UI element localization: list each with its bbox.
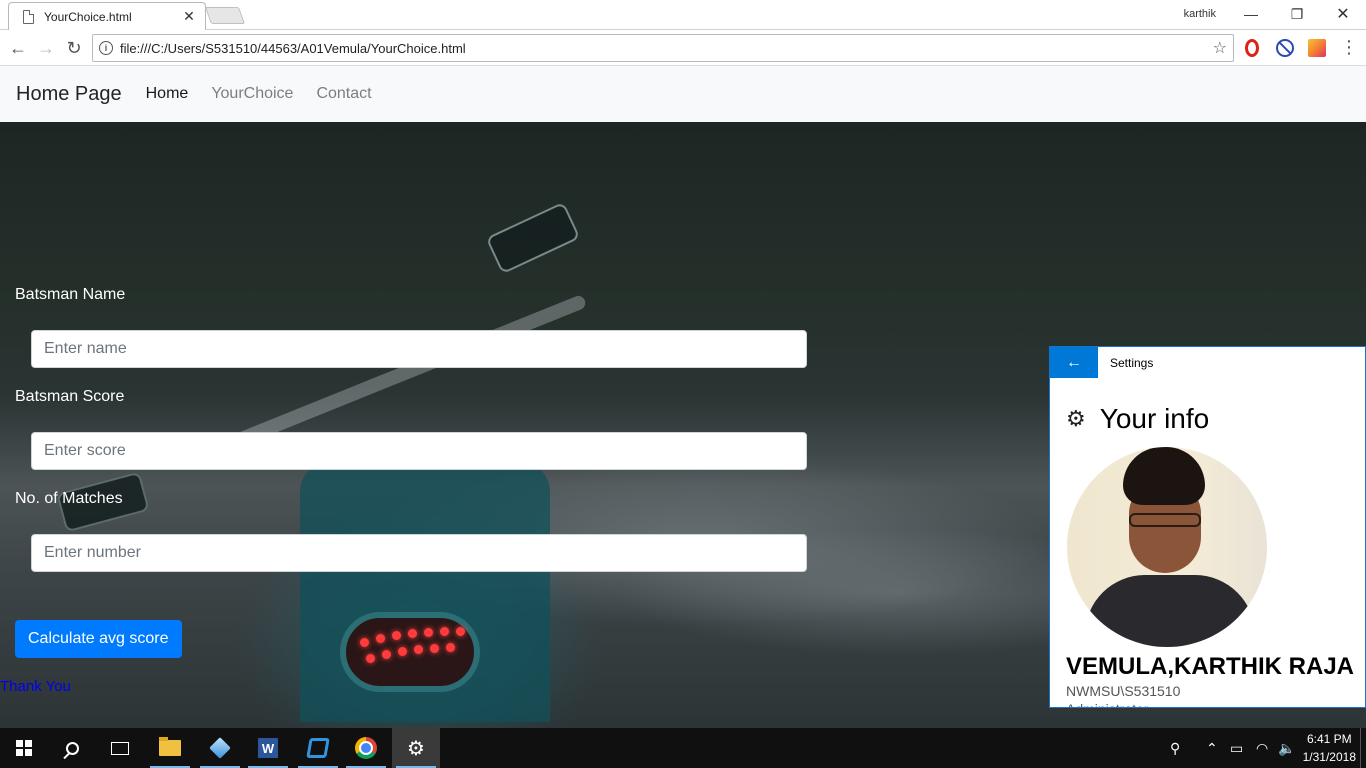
document-icon: [23, 9, 34, 24]
url-text[interactable]: file:///C:/Users/S531510/44563/A01Vemula…: [120, 41, 466, 56]
motorcycle-taillight: [340, 612, 480, 692]
settings-title: Settings: [1110, 355, 1154, 370]
back-arrow-icon[interactable]: ←: [6, 36, 30, 60]
nav-link-home[interactable]: Home: [146, 85, 189, 103]
browser-tab-strip: YourChoice.html ✕ karthik — ❐ ✕: [0, 0, 1366, 30]
vscode-icon[interactable]: [294, 728, 342, 768]
minimize-button[interactable]: —: [1228, 0, 1274, 28]
browser-toolbar: ← → ↻ i file:///C:/Users/S531510/44563/A…: [0, 30, 1366, 66]
settings-titlebar: ← Settings: [1050, 347, 1365, 378]
site-navbar: Home Page Home YourChoice Contact: [0, 66, 1366, 122]
photos-extension-icon[interactable]: [1308, 39, 1326, 57]
user-name: VEMULA,KARTHIK RAJA: [1066, 653, 1354, 680]
matches-input[interactable]: Enter number: [31, 534, 807, 572]
back-arrow-icon[interactable]: ←: [1050, 347, 1098, 378]
user-domain: NWMSU\S531510: [1066, 683, 1181, 699]
wifi-icon[interactable]: ◠: [1256, 728, 1268, 768]
star-icon[interactable]: ☆: [1213, 38, 1227, 58]
calculate-button[interactable]: Calculate avg score: [15, 620, 182, 658]
new-tab-button[interactable]: [204, 7, 246, 24]
taskbar: W ⚙ ⚲ ⌃ ▭ ◠ 🔈 6:41 PM 1/31/2018: [0, 728, 1366, 768]
search-icon[interactable]: [48, 728, 96, 768]
batsman-score-label: Batsman Score: [15, 388, 125, 405]
menu-dots-icon[interactable]: ⋮: [1340, 38, 1358, 56]
maximize-button[interactable]: ❐: [1274, 0, 1320, 28]
show-desktop-button[interactable]: [1360, 728, 1366, 768]
clock-time: 6:41 PM: [1306, 732, 1352, 746]
chevron-up-icon[interactable]: ⌃: [1206, 728, 1218, 768]
your-info-header: ⚙ Your info: [1066, 403, 1209, 435]
task-view-icon[interactable]: [96, 728, 144, 768]
forward-arrow-icon[interactable]: →: [34, 36, 58, 60]
nav-link-contact[interactable]: Contact: [316, 85, 371, 103]
file-explorer-icon[interactable]: [146, 728, 194, 768]
user-role: Administrator: [1066, 701, 1148, 707]
address-bar[interactable]: i file:///C:/Users/S531510/44563/A01Vemu…: [92, 34, 1234, 62]
navbar-brand[interactable]: Home Page: [16, 83, 122, 106]
volume-icon[interactable]: 🔈: [1278, 728, 1295, 768]
tab-title: YourChoice.html: [44, 9, 132, 24]
gear-icon: ⚙: [1066, 406, 1086, 431]
nav-link-yourchoice[interactable]: YourChoice: [211, 85, 293, 103]
clock[interactable]: 6:41 PM 1/31/2018: [1303, 730, 1356, 766]
start-icon[interactable]: [0, 728, 48, 768]
3d-builder-icon[interactable]: [196, 728, 244, 768]
avatar[interactable]: [1067, 447, 1267, 647]
word-icon[interactable]: W: [244, 728, 292, 768]
reload-icon[interactable]: ↻: [62, 36, 86, 60]
tab-close-icon[interactable]: ✕: [181, 8, 197, 25]
profile-name[interactable]: karthik: [1184, 8, 1216, 20]
your-info-heading: Your info: [1099, 403, 1210, 434]
people-icon[interactable]: ⚲: [1170, 728, 1180, 768]
chrome-icon[interactable]: [342, 728, 390, 768]
settings-window: ← Settings ⚙ Your info VEMULA,KARTHIK RA…: [1049, 346, 1366, 708]
matches-label: No. of Matches: [15, 490, 123, 507]
batsman-score-input[interactable]: Enter score: [31, 432, 807, 470]
battery-icon[interactable]: ▭: [1230, 728, 1243, 768]
adblock-icon[interactable]: [1276, 39, 1294, 57]
batsman-name-input[interactable]: Enter name: [31, 330, 807, 368]
thank-you-link[interactable]: Thank You: [0, 678, 71, 695]
motorcycle-mirror: [485, 201, 581, 275]
batsman-name-label: Batsman Name: [15, 286, 126, 303]
window-close-button[interactable]: ✕: [1320, 0, 1366, 28]
info-icon[interactable]: i: [99, 41, 113, 55]
opera-icon[interactable]: [1245, 39, 1259, 57]
browser-tab[interactable]: YourChoice.html ✕: [8, 2, 206, 30]
settings-icon[interactable]: ⚙: [392, 728, 440, 768]
clock-date: 1/31/2018: [1302, 750, 1356, 764]
